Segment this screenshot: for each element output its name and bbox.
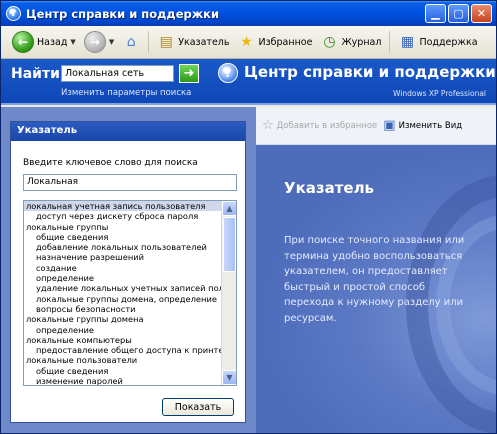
scroll-down-icon[interactable]: ▼ (222, 370, 236, 385)
list-item[interactable]: локальная учетная запись пользователя (24, 201, 223, 212)
book-icon: ▤ (159, 34, 173, 50)
list-item[interactable]: добавление локальных пользователей (24, 242, 223, 252)
title-bar[interactable]: ? Центр справки и поддержки ▁ ▢ ✕ (1, 1, 496, 26)
list-item[interactable]: общие сведения (24, 366, 223, 376)
index-button[interactable]: ▤ Указатель (154, 29, 232, 55)
back-button[interactable]: ← Назад ▼ (9, 29, 79, 55)
favorites-button[interactable]: ★ Избранное (234, 29, 315, 55)
window-title: Центр справки и поддержки (26, 6, 220, 21)
star-icon: ★ (240, 34, 253, 50)
history-icon: ◷ (323, 34, 336, 50)
minimize-button[interactable]: ▁ (425, 4, 446, 23)
help-center-window: ? Центр справки и поддержки ▁ ▢ ✕ ← Наза… (0, 0, 497, 434)
keyword-label: Введите ключевое слово для поиска (23, 158, 198, 168)
window-controls: ▁ ▢ ✕ (425, 4, 492, 23)
list-item[interactable]: определение (24, 325, 223, 335)
help-center-logo-icon: ? (218, 63, 238, 83)
home-icon: ⌂ (126, 34, 136, 50)
index-label: Указатель (178, 36, 230, 48)
change-view-icon: ▣ (383, 118, 396, 133)
index-panel: Указатель Введите ключевое слово для пои… (10, 121, 246, 423)
list-item[interactable]: локальные группы (24, 222, 223, 232)
list-item[interactable]: удаление локальных учетных записей польз (24, 283, 223, 293)
history-button[interactable]: ◷ Журнал (317, 29, 384, 55)
list-item[interactable]: локальные компьютеры (24, 335, 223, 345)
close-button[interactable]: ✕ (471, 4, 492, 23)
toolbar-separator (148, 31, 150, 53)
list-item[interactable]: общие сведения (24, 232, 223, 242)
change-view-button[interactable]: ▣ Изменить Вид (383, 118, 462, 133)
show-button[interactable]: Показать (162, 398, 234, 416)
favorites-label: Избранное (258, 36, 313, 48)
list-item[interactable]: определение (24, 273, 223, 283)
list-item[interactable]: локальные пользователи (24, 355, 223, 365)
back-arrow-icon: ← (12, 31, 34, 53)
list-item[interactable]: изменение паролей (24, 376, 223, 385)
index-list[interactable]: локальная учетная запись пользователя дос… (23, 200, 237, 386)
maximize-button[interactable]: ▢ (448, 4, 469, 23)
index-list-scrollbar[interactable]: ▲ ▼ (221, 201, 236, 385)
search-header: Найти Локальная сеть ➜ Изменить параметр… (1, 59, 496, 105)
content-toolbar: ☆ Добавить в избранное ▣ Изменить Вид (256, 107, 496, 145)
search-input[interactable]: Локальная сеть (61, 65, 174, 82)
list-item[interactable]: локальные группы домена, определение (24, 294, 223, 304)
brand-title: Центр справки и поддержки (244, 63, 496, 81)
toolbar-separator (389, 31, 391, 53)
keyword-input[interactable]: Локальная (23, 174, 237, 191)
navigation-toolbar: ← Назад ▼ → ▼ ⌂ ▤ Указатель ★ Избранное … (1, 26, 496, 59)
find-label: Найти (11, 66, 60, 82)
change-view-label: Изменить Вид (398, 120, 463, 131)
content-description: При поиске точного названия или термина … (284, 235, 465, 324)
index-panel-title: Указатель (11, 122, 245, 141)
forward-button[interactable]: → ▼ (81, 29, 117, 55)
scroll-up-icon[interactable]: ▲ (222, 201, 236, 216)
add-to-favorites-button[interactable]: ☆ Добавить в избранное (262, 118, 377, 133)
list-item[interactable]: доступ через дискету сброса пароля (24, 211, 223, 221)
home-button[interactable]: ⌂ (119, 29, 143, 55)
help-icon: ? (6, 6, 21, 21)
search-go-button[interactable]: ➜ (179, 64, 199, 83)
list-item[interactable]: создание (24, 263, 223, 273)
support-icon: ▦ (400, 34, 415, 50)
star-add-icon: ☆ (262, 118, 274, 133)
dropdown-arrow-icon[interactable]: ▼ (70, 38, 75, 46)
dropdown-arrow-icon[interactable]: ▼ (109, 38, 114, 46)
list-item[interactable]: предоставление общего доступа к принтер (24, 345, 223, 355)
forward-arrow-icon: → (83, 31, 106, 53)
support-button[interactable]: ▦ Поддержка (395, 29, 480, 55)
search-options-link[interactable]: Изменить параметры поиска (61, 88, 191, 98)
os-name: Windows XP Professional (393, 89, 486, 98)
index-list-items: локальная учетная запись пользователя дос… (24, 201, 223, 385)
history-label: Журнал (341, 36, 382, 48)
content-heading: Указатель (284, 179, 375, 197)
scroll-thumb[interactable] (223, 217, 236, 272)
list-item[interactable]: локальные группы домена (24, 314, 223, 324)
support-label: Поддержка (419, 36, 478, 48)
add-to-favorites-label: Добавить в избранное (276, 120, 378, 131)
list-item[interactable]: вопросы безопасности (24, 304, 223, 314)
list-item[interactable]: назначение разрешений (24, 252, 223, 262)
left-pane: Указатель Введите ключевое слово для пои… (1, 107, 256, 433)
back-label: Назад (37, 36, 68, 48)
content-area: Указатель При поиске точного названия ил… (256, 145, 496, 433)
